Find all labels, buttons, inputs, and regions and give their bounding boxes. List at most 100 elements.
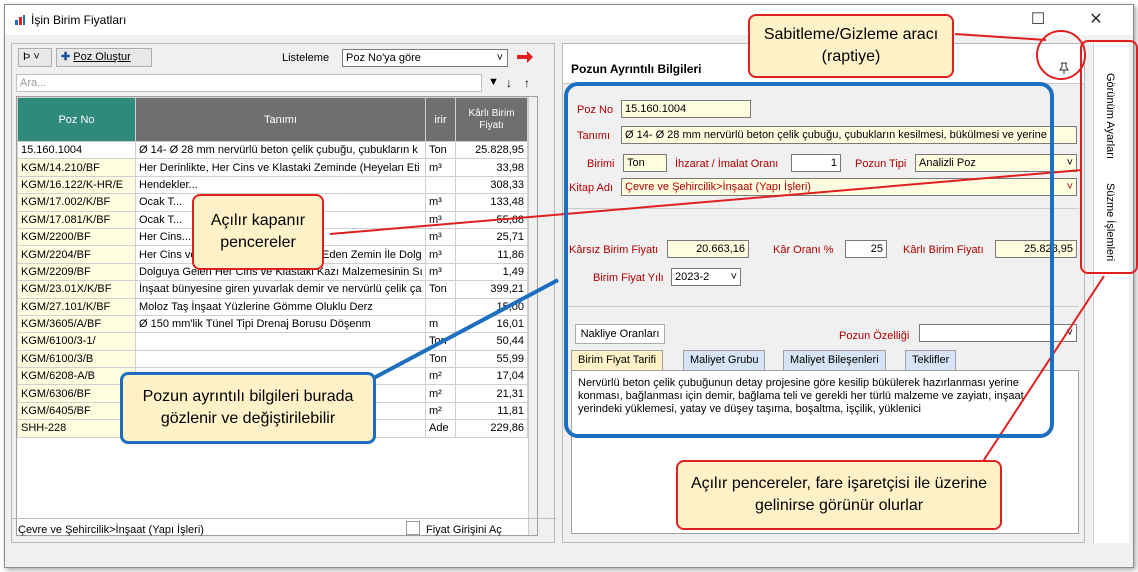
birim-cell: m: [425, 314, 456, 334]
chevron-down-icon: ˅: [730, 271, 737, 283]
kitap-select[interactable]: Çevre ve Şehircilik>İnşaat (Yapı İşleri)…: [621, 178, 1077, 196]
title-bar: İşin Birim Fiyatları ☐ ✕: [5, 5, 1133, 35]
fiyat-cell: 17,04: [455, 367, 528, 386]
listing-label: Listeleme: [282, 52, 330, 64]
poz-no-cell: SHH-228: [17, 419, 136, 438]
footer-path: Çevre ve Şehircilik>İnşaat (Yapı İşleri): [18, 524, 204, 536]
add-poz-button[interactable]: ✚ Poz Oluştur: [56, 48, 152, 67]
ihzarat-field[interactable]: 1: [791, 154, 841, 172]
tanimi-cell: Ø 150 mm'lik Tünel Tipi Drenaj Borusu Dö…: [135, 314, 426, 334]
karli-field[interactable]: 25.828,95: [995, 240, 1077, 258]
fiyat-cell: 11,86: [455, 245, 528, 264]
birim-cell: Ton: [425, 349, 456, 369]
ozellik-select[interactable]: ˅: [919, 324, 1077, 342]
maximize-button[interactable]: ☐: [1023, 9, 1053, 31]
table-row[interactable]: KGM/14.210/BF Her Derinlikte, Her Cins ve…: [17, 158, 528, 177]
tab-maliyet-bilesenleri[interactable]: Maliyet Bileşenleri: [783, 350, 886, 370]
birim-cell: Ade: [425, 419, 456, 438]
poz-no-label: Poz No: [577, 104, 614, 116]
table-row[interactable]: KGM/27.101/K/BF Moloz Taş İnşaat Yüzlerin…: [17, 297, 528, 316]
pin-icon[interactable]: [1059, 62, 1069, 74]
detail-tabs: Birim Fiyat Tarifi Maliyet Grubu Maliyet…: [571, 350, 1079, 372]
table-row[interactable]: KGM/23.01X/K/BF İnşaat bünyesine giren yu…: [17, 280, 528, 299]
dropdown-menu-button[interactable]: Þ ˅: [18, 48, 52, 67]
listing-value: Poz No'ya göre: [346, 52, 421, 64]
birim-cell: m³: [425, 262, 456, 282]
birim-cell: [425, 175, 456, 195]
poz-no-cell: KGM/17.002/K/BF: [17, 193, 136, 212]
birim-cell: Ton: [425, 280, 456, 299]
tab-teklifler[interactable]: Teklifler: [905, 350, 957, 370]
table-row[interactable]: KGM/3605/A/BF Ø 150 mm'lik Tünel Tipi Dre…: [17, 314, 528, 334]
yil-select[interactable]: 2023-2 ˅: [671, 268, 741, 286]
search-input[interactable]: Ara...: [16, 74, 482, 92]
tanimi-cell: Her Derinlikte, Her Cins ve Klastaki Zem…: [135, 158, 426, 177]
poz-no-cell: KGM/16.122/K-HR/E: [17, 175, 136, 195]
tab-maliyet-grubu[interactable]: Maliyet Grubu: [683, 350, 766, 370]
fiyat-cell: 21,31: [455, 384, 528, 403]
column-header-tanimi[interactable]: Tanımı: [135, 97, 426, 142]
tanimi-cell: Moloz Taş İnşaat Yüzlerine Gömme Oluklu …: [135, 297, 426, 316]
tanimi-cell: [135, 332, 426, 351]
column-header-birim[interactable]: irir: [425, 97, 456, 142]
nakliye-button[interactable]: Nakliye Oranları: [575, 324, 665, 344]
pozun-tipi-value: Analizli Poz: [919, 157, 976, 169]
poz-no-cell: KGM/2209/BF: [17, 262, 136, 282]
karli-label: Kârlı Birim Fiyatı: [903, 244, 984, 256]
birim-cell: m³: [425, 210, 456, 229]
callout-hover: Açılır pencereler, fare işaretçisi ile ü…: [676, 460, 1002, 530]
filter-icon[interactable]: ▼: [488, 76, 499, 88]
pozun-tipi-select[interactable]: Analizli Poz ˅: [915, 154, 1077, 172]
sort-asc-icon[interactable]: ↑: [524, 76, 530, 90]
karsiz-field[interactable]: 20.663,16: [667, 240, 749, 258]
column-header-poz-no[interactable]: Poz No: [17, 97, 136, 142]
fiyat-cell: 133,48: [455, 193, 528, 212]
chevron-down-icon: ˅: [496, 52, 503, 64]
birimi-label: Birimi: [587, 158, 615, 170]
kar-orani-label: Kâr Oranı %: [773, 244, 834, 256]
suzme-islemleri-tab[interactable]: Süzme İşlemleri: [1104, 183, 1116, 261]
chevron-down-icon: ˅: [1066, 327, 1073, 339]
birim-cell: m³: [425, 158, 456, 177]
birim-cell: m³: [425, 245, 456, 264]
tanimi-cell: [135, 349, 426, 369]
poz-no-cell: KGM/17.081/K/BF: [17, 210, 136, 229]
price-entry-checkbox[interactable]: [406, 521, 420, 535]
poz-no-cell: KGM/27.101/K/BF: [17, 297, 136, 316]
poz-no-cell: KGM/23.01X/K/BF: [17, 280, 136, 299]
karsiz-label: Kârsız Birim Fiyatı: [569, 244, 659, 256]
poz-no-cell: KGM/6306/BF: [17, 384, 136, 403]
table-row[interactable]: KGM/6100/3/B Ton 55,99: [17, 349, 528, 369]
app-icon: [15, 15, 25, 25]
poz-no-cell: KGM/2204/BF: [17, 245, 136, 264]
sort-desc-icon[interactable]: ↓: [506, 76, 512, 90]
tanimi-cell: İnşaat bünyesine giren yuvarlak demir ve…: [135, 280, 426, 299]
poz-no-cell: 15.160.1004: [17, 140, 136, 160]
birim-cell: m²: [425, 367, 456, 386]
tanimi-field[interactable]: Ø 14- Ø 28 mm nervürlü beton çelik çubuğ…: [621, 126, 1077, 144]
table-row[interactable]: KGM/6100/3-1/Ton 50,44: [17, 332, 528, 351]
yil-label: Birim Fiyat Yılı: [593, 272, 664, 284]
kar-orani-field[interactable]: 25: [845, 240, 887, 258]
scrollbar[interactable]: [528, 97, 537, 535]
fiyat-cell: 55,68: [455, 210, 528, 229]
close-button[interactable]: ✕: [1081, 9, 1111, 31]
tab-birim-fiyat-tarifi[interactable]: Birim Fiyat Tarifi: [571, 350, 664, 370]
poz-no-field[interactable]: 15.160.1004: [621, 100, 751, 118]
gorunum-ayarlari-tab[interactable]: Görünüm Ayarları: [1104, 73, 1116, 159]
callout-dropdown: Açılır kapanır pencereler: [192, 194, 324, 270]
column-header-fiyat[interactable]: Kârlı Birim Fiyatı: [455, 97, 528, 142]
chevron-down-icon: ˅: [1066, 157, 1073, 169]
poz-list-panel: Þ ˅ ✚ Poz Oluştur Listeleme Poz No'ya gö…: [11, 43, 556, 543]
poz-no-cell: KGM/6405/BF: [17, 401, 136, 421]
pozun-tipi-label: Pozun Tipi: [855, 158, 907, 170]
poz-no-cell: KGM/14.210/BF: [17, 158, 136, 177]
poz-table: Poz No Tanımı irir Kârlı Birim Fiyatı 15…: [16, 96, 538, 536]
arrow-right-icon[interactable]: [516, 50, 534, 64]
table-row[interactable]: KGM/16.122/K-HR/E Hendekler... 308,33: [17, 175, 528, 195]
listing-select[interactable]: Poz No'ya göre ˅: [342, 49, 508, 67]
table-row[interactable]: 15.160.1004 Ø 14- Ø 28 mm nervürlü beton …: [17, 140, 528, 160]
tanimi-cell: Hendekler...: [135, 175, 426, 195]
birimi-field[interactable]: Ton: [623, 154, 667, 172]
poz-no-cell: KGM/6208-A/B: [17, 367, 136, 386]
